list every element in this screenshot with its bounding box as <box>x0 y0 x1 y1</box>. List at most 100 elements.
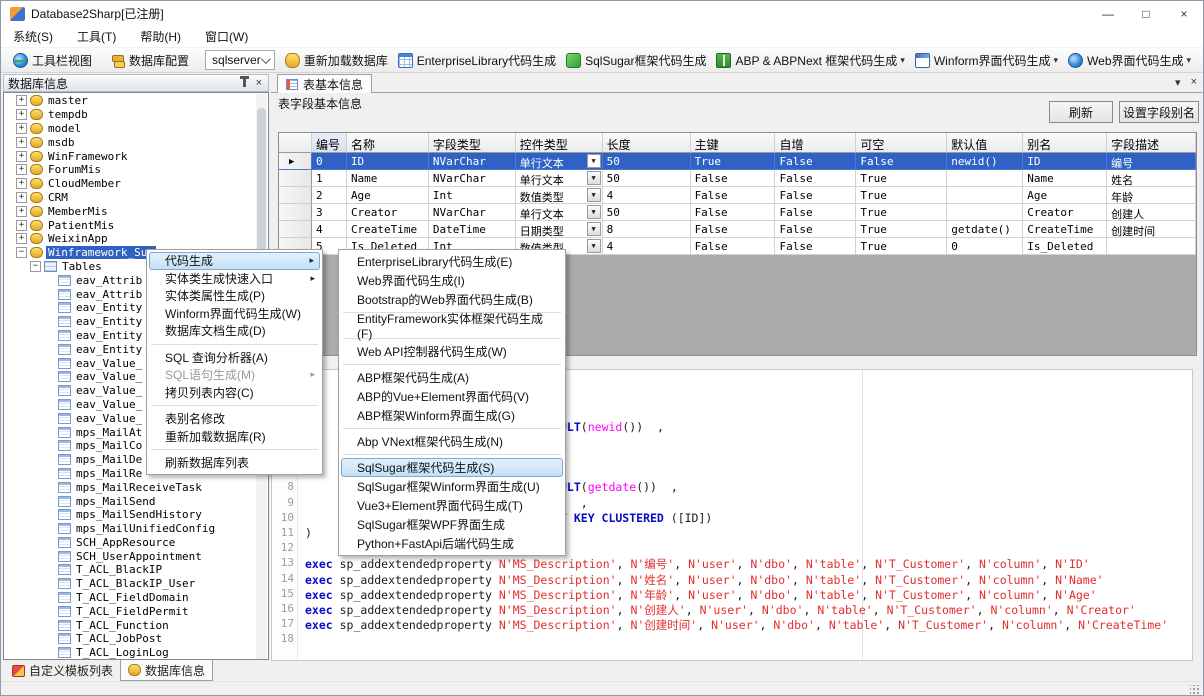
grid-cell[interactable] <box>947 204 1023 221</box>
grid-cell[interactable]: NVarChar <box>429 204 516 221</box>
column-header-编号[interactable]: 编号 <box>312 133 347 153</box>
tree-item-T_ACL_BlackIP_User[interactable]: T_ACL_BlackIP_User <box>4 577 256 591</box>
tree-item-T_ACL_LoginLog[interactable]: T_ACL_LoginLog <box>4 646 256 660</box>
context-menu-item-1[interactable]: 实体类生成快速入口▸ <box>149 270 320 288</box>
tab-list-dropdown-icon[interactable]: ▾ <box>1175 76 1181 89</box>
expand-icon[interactable]: + <box>16 95 27 106</box>
grid-cell[interactable]: 2 <box>312 187 347 204</box>
tree-item-mps_MailReceiveTask[interactable]: mps_MailReceiveTask <box>4 480 256 494</box>
codegen-submenu-item-12[interactable]: Abp VNext框架代码生成(N) <box>341 432 563 451</box>
grid-cell[interactable]: 年龄 <box>1107 187 1196 204</box>
codegen-submenu-item-9[interactable]: ABP的Vue+Element界面代码(V) <box>341 387 563 406</box>
tree-item-mps_MailSendHistory[interactable]: mps_MailSendHistory <box>4 508 256 522</box>
tree-item-WeixinApp[interactable]: +WeixinApp <box>4 232 256 246</box>
panel-close-icon[interactable]: × <box>256 77 262 89</box>
grid-cell[interactable]: DateTime <box>429 221 516 238</box>
grid-cell[interactable]: False <box>775 187 856 204</box>
expand-icon[interactable]: + <box>16 137 27 148</box>
tree-item-SCH_UserAppointment[interactable]: SCH_UserAppointment <box>4 549 256 563</box>
codegen-submenu-item-17[interactable]: SqlSugar框架WPF界面生成 <box>341 515 563 534</box>
grid-cell[interactable]: 3 <box>312 204 347 221</box>
tree-item-T_ACL_FieldPermit[interactable]: T_ACL_FieldPermit <box>4 604 256 618</box>
control-type-dropdown[interactable]: ▼ <box>587 154 601 168</box>
grid-cell[interactable]: True <box>856 187 947 204</box>
context-menu-item-11[interactable]: 重新加载数据库(R) <box>149 428 320 446</box>
column-header-主键[interactable]: 主键 <box>691 133 776 153</box>
grid-cell[interactable]: True <box>856 238 947 255</box>
refresh-button[interactable]: 刷新 <box>1049 101 1113 123</box>
grid-cell[interactable]: 日期类型▼ <box>516 221 603 238</box>
toolbar-button-toolbar-view[interactable]: 工具栏视图 <box>9 50 96 71</box>
column-header-自增[interactable]: 自增 <box>775 133 856 153</box>
expand-icon[interactable]: + <box>16 178 27 189</box>
grid-cell[interactable]: NVarChar <box>429 170 516 187</box>
tree-item-ForumMis[interactable]: +ForumMis <box>4 163 256 177</box>
menubar-item-2[interactable]: 帮助(H) <box>128 25 193 48</box>
grid-cell[interactable]: 创建人 <box>1107 204 1196 221</box>
codegen-submenu-item-14[interactable]: SqlSugar框架代码生成(S) <box>341 458 563 477</box>
grid-cell[interactable]: 单行文本▼ <box>516 153 603 170</box>
column-header-字段类型[interactable]: 字段类型 <box>429 133 516 153</box>
grid-cell[interactable]: Creator <box>1023 204 1107 221</box>
tree-item-CloudMember[interactable]: +CloudMember <box>4 177 256 191</box>
dropdown-caret-icon[interactable]: ▾ <box>1054 55 1059 66</box>
grid-cell[interactable]: False <box>775 170 856 187</box>
tree-item-mps_MailSend[interactable]: mps_MailSend <box>4 494 256 508</box>
tree-item-WinFramework[interactable]: +WinFramework <box>4 149 256 163</box>
grid-cell[interactable]: 50 <box>603 153 691 170</box>
grid-cell[interactable]: False <box>775 204 856 221</box>
grid-cell[interactable]: Name <box>347 170 429 187</box>
tab-table-basic-info[interactable]: 表基本信息 <box>277 74 372 93</box>
db-type-combobox[interactable]: sqlserver <box>205 50 275 70</box>
menubar-item-1[interactable]: 工具(T) <box>65 25 128 48</box>
codegen-submenu-item-2[interactable]: Bootstrap的Web界面代码生成(B) <box>341 290 563 309</box>
grid-cell[interactable]: 50 <box>603 204 691 221</box>
toolbar-button-enterprise-codegen[interactable]: EnterpriseLibrary代码生成 <box>394 50 560 71</box>
grid-cell[interactable]: False <box>691 221 776 238</box>
expand-icon[interactable]: + <box>16 164 27 175</box>
grid-cell[interactable]: 单行文本▼ <box>516 204 603 221</box>
expand-icon[interactable]: + <box>16 151 27 162</box>
grid-cell[interactable]: 4 <box>603 187 691 204</box>
grid-cell[interactable]: 姓名 <box>1107 170 1196 187</box>
expand-icon[interactable]: + <box>16 233 27 244</box>
context-menu-item-8[interactable]: 拷贝列表内容(C) <box>149 384 320 402</box>
grid-cell[interactable]: CreateTime <box>1023 221 1107 238</box>
grid-cell[interactable] <box>947 170 1023 187</box>
control-type-dropdown[interactable]: ▼ <box>587 205 601 219</box>
codegen-submenu-item-4[interactable]: EntityFramework实体框架代码生成(F) <box>341 316 563 335</box>
grid-cell[interactable]: 创建时间 <box>1107 221 1196 238</box>
tree-item-model[interactable]: +model <box>4 122 256 136</box>
row-header-corner[interactable] <box>279 133 312 153</box>
column-header-名称[interactable]: 名称 <box>347 133 429 153</box>
codegen-submenu-item-8[interactable]: ABP框架代码生成(A) <box>341 368 563 387</box>
grid-cell[interactable]: False <box>691 204 776 221</box>
control-type-dropdown[interactable]: ▼ <box>587 222 601 236</box>
grid-cell[interactable]: newid() <box>947 153 1023 170</box>
tree-item-T_ACL_Function[interactable]: T_ACL_Function <box>4 618 256 632</box>
column-header-长度[interactable]: 长度 <box>603 133 691 153</box>
grid-cell[interactable] <box>279 204 312 221</box>
codegen-submenu-item-1[interactable]: Web界面代码生成(I) <box>341 271 563 290</box>
context-menu-item-3[interactable]: Winform界面代码生成(W) <box>149 305 320 323</box>
tab-close-icon[interactable]: × <box>1191 76 1197 89</box>
codegen-submenu-item-6[interactable]: Web API控制器代码生成(W) <box>341 342 563 361</box>
maximize-button[interactable]: □ <box>1127 1 1165 26</box>
grid-cell[interactable] <box>279 170 312 187</box>
tree-item-T_ACL_FieldDomain[interactable]: T_ACL_FieldDomain <box>4 591 256 605</box>
menubar-item-3[interactable]: 窗口(W) <box>193 25 260 48</box>
context-menu-item-4[interactable]: 数据库文档生成(D) <box>149 322 320 340</box>
tree-item-tempdb[interactable]: +tempdb <box>4 108 256 122</box>
grid-cell[interactable]: Creator <box>347 204 429 221</box>
panel-tab-0[interactable]: 自定义模板列表 <box>5 660 120 681</box>
grid-cell[interactable]: 数值类型▼ <box>516 187 603 204</box>
grid-cell[interactable]: 单行文本▼ <box>516 170 603 187</box>
grid-cell[interactable] <box>1107 238 1196 255</box>
grid-cell[interactable]: False <box>856 153 947 170</box>
grid-cell[interactable]: Age <box>1023 187 1107 204</box>
codegen-submenu-item-16[interactable]: Vue3+Element界面代码生成(T) <box>341 496 563 515</box>
grid-cell[interactable] <box>279 187 312 204</box>
grid-cell[interactable]: True <box>856 204 947 221</box>
grid-cell[interactable]: Int <box>429 187 516 204</box>
context-menu-item-2[interactable]: 实体类属性生成(P) <box>149 287 320 305</box>
